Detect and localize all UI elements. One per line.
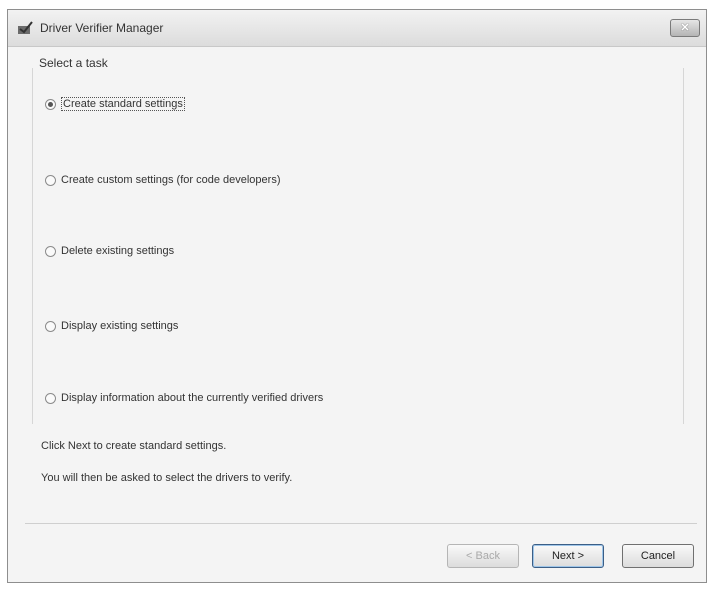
close-button[interactable]: ✕ xyxy=(670,19,700,37)
next-button[interactable]: Next > xyxy=(532,544,604,568)
description-line-1: Click Next to create standard settings. xyxy=(41,440,227,452)
title-bar[interactable]: Driver Verifier Manager ✕ xyxy=(8,10,706,47)
cancel-button[interactable]: Cancel xyxy=(622,544,694,568)
radio-create-custom[interactable] xyxy=(45,174,56,186)
radio-delete-existing[interactable] xyxy=(45,245,56,257)
option-create-custom-label[interactable]: Create custom settings (for code develop… xyxy=(61,174,281,186)
option-create-custom[interactable]: Create custom settings (for code develop… xyxy=(45,174,281,186)
option-display-info-label[interactable]: Display information about the currently … xyxy=(61,392,323,404)
radio-display-existing[interactable] xyxy=(45,320,56,332)
option-display-existing[interactable]: Display existing settings xyxy=(45,320,178,332)
radio-create-standard[interactable] xyxy=(45,98,56,110)
radio-display-info[interactable] xyxy=(45,392,56,404)
back-button[interactable]: < Back xyxy=(447,544,519,568)
close-icon: ✕ xyxy=(680,22,690,34)
option-delete-existing-label[interactable]: Delete existing settings xyxy=(61,245,174,257)
option-display-info[interactable]: Display information about the currently … xyxy=(45,392,323,404)
option-display-existing-label[interactable]: Display existing settings xyxy=(61,320,178,332)
window-title: Driver Verifier Manager xyxy=(40,21,164,35)
option-create-standard[interactable]: Create standard settings xyxy=(45,97,185,111)
option-create-standard-label[interactable]: Create standard settings xyxy=(61,97,185,111)
driver-verifier-app-icon xyxy=(18,21,33,34)
description-line-2: You will then be asked to select the dri… xyxy=(41,472,293,484)
option-delete-existing[interactable]: Delete existing settings xyxy=(45,245,174,257)
footer-separator xyxy=(25,523,697,524)
